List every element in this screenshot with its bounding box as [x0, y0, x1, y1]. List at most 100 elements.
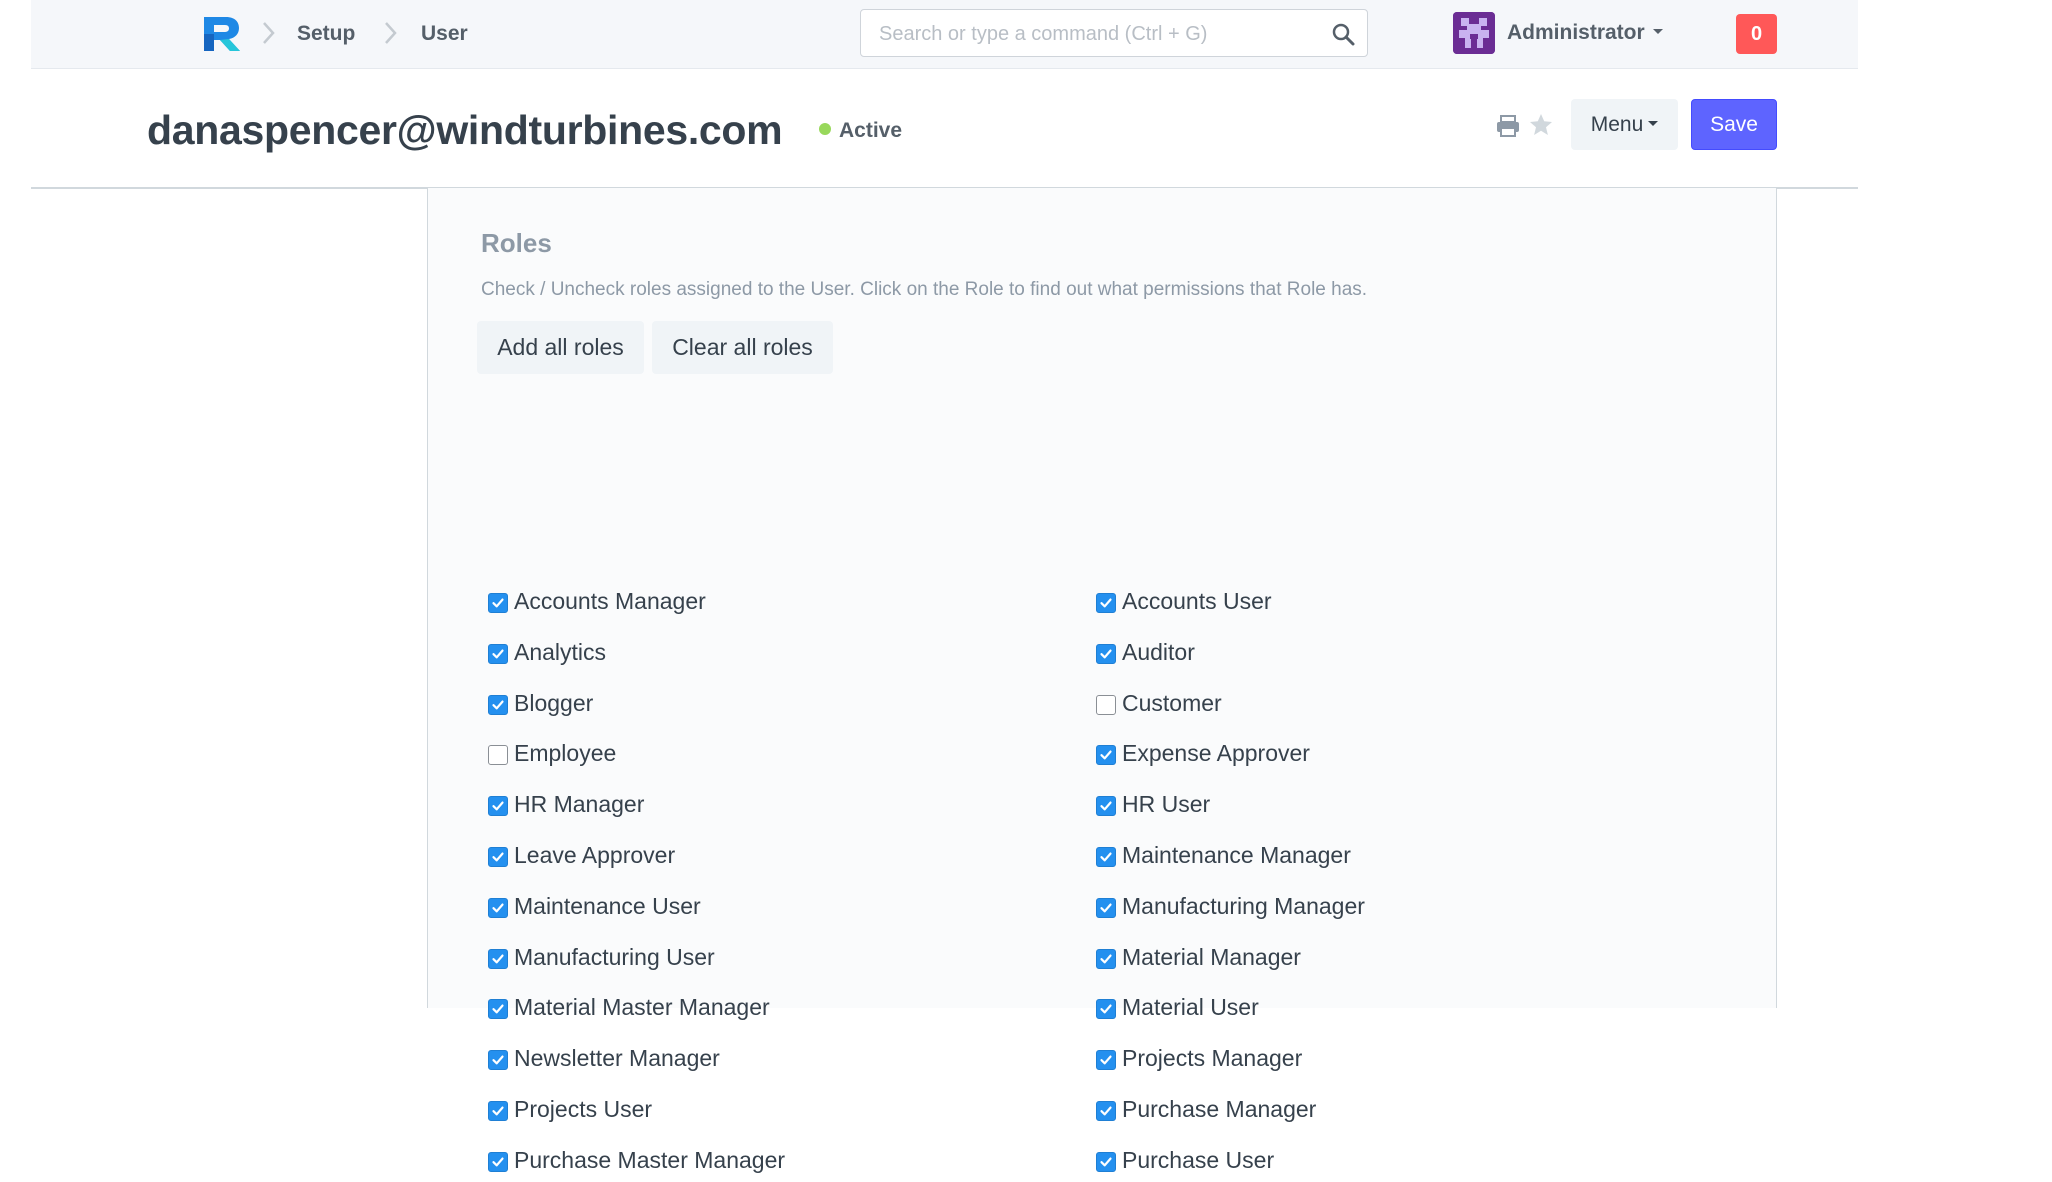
search-icon[interactable] — [1331, 22, 1355, 46]
avatar[interactable] — [1453, 12, 1495, 54]
app-logo[interactable] — [202, 14, 242, 52]
section-help-text: Check / Uncheck roles assigned to the Us… — [481, 279, 1368, 300]
role-label[interactable]: Analytics — [514, 639, 606, 666]
checkbox-checked[interactable] — [488, 1101, 508, 1121]
checkmark-icon — [1100, 649, 1112, 659]
checkmark-icon — [1100, 1055, 1112, 1065]
checkmark-icon — [492, 903, 504, 913]
checkmark-icon — [1100, 1004, 1112, 1014]
checkbox-unchecked[interactable] — [488, 745, 508, 766]
role-label[interactable]: Employee — [514, 740, 616, 767]
checkbox-checked[interactable] — [1096, 745, 1116, 766]
checkbox-checked[interactable] — [488, 643, 508, 664]
page-title: danaspencer@windturbines.com — [147, 107, 783, 153]
checkbox-checked[interactable] — [1096, 847, 1116, 867]
checkbox-checked[interactable] — [1096, 1101, 1116, 1121]
checkmark-icon — [1100, 750, 1112, 760]
roles-section: Roles Check / Uncheck roles assigned to … — [427, 188, 1777, 1173]
breadcrumb-setup[interactable]: Setup — [297, 22, 355, 46]
role-label[interactable]: Projects User — [514, 1096, 652, 1123]
print-icon[interactable] — [1495, 113, 1521, 139]
save-button[interactable]: Save — [1691, 99, 1777, 150]
role-label[interactable]: Material Manager — [1122, 944, 1301, 971]
checkmark-icon — [1100, 954, 1112, 963]
status-indicator: Active — [819, 119, 902, 143]
checkbox-checked[interactable] — [488, 694, 508, 715]
checkbox-checked[interactable] — [1096, 643, 1116, 664]
checkbox-checked[interactable] — [1096, 796, 1116, 817]
checkmark-icon — [1100, 1106, 1112, 1116]
breadcrumb-user[interactable]: User — [421, 22, 468, 46]
role-label[interactable]: Blogger — [514, 690, 593, 717]
role-label[interactable]: Accounts User — [1122, 588, 1272, 615]
role-label[interactable]: Expense Approver — [1122, 740, 1310, 767]
role-label[interactable]: Customer — [1122, 690, 1222, 717]
add-all-roles-button[interactable]: Add all roles — [477, 321, 644, 374]
checkmark-icon — [1100, 852, 1112, 862]
checkmark-icon — [1100, 598, 1112, 608]
role-label[interactable]: HR Manager — [514, 791, 644, 818]
menu-button-label: Menu — [1590, 113, 1644, 136]
checkmark-icon — [492, 598, 504, 608]
caret-down-icon — [1652, 28, 1663, 34]
clear-all-roles-button[interactable]: Clear all roles — [652, 321, 833, 374]
role-label[interactable]: Accounts Manager — [514, 588, 706, 615]
checkmark-icon — [492, 1055, 504, 1065]
checkmark-icon — [1100, 903, 1112, 913]
checkbox-checked[interactable] — [488, 948, 508, 969]
role-label[interactable]: Newsletter Manager — [514, 1045, 720, 1072]
checkmark-icon — [492, 1157, 504, 1167]
checkbox-checked[interactable] — [488, 796, 508, 817]
checkmark-icon — [492, 649, 504, 659]
role-label[interactable]: Manufacturing User — [514, 944, 715, 971]
menu-button[interactable]: Menu — [1571, 99, 1678, 150]
navbar: Setup User Administr — [31, 0, 1858, 69]
chevron-right-icon — [385, 22, 397, 44]
caret-down-icon — [1648, 120, 1659, 126]
checkmark-icon — [1100, 1157, 1112, 1167]
checkbox-unchecked[interactable] — [1096, 694, 1116, 715]
chevron-right-icon — [263, 22, 275, 44]
checkbox-checked[interactable] — [488, 1151, 508, 1172]
checkmark-icon — [492, 852, 504, 862]
checkbox-checked[interactable] — [1096, 897, 1116, 918]
role-label[interactable]: Purchase Manager — [1122, 1096, 1316, 1123]
avatar-pattern-icon — [1453, 12, 1495, 54]
checkmark-icon — [1100, 801, 1112, 811]
checkbox-checked[interactable] — [488, 1050, 508, 1071]
star-icon[interactable] — [1528, 112, 1554, 138]
role-label[interactable]: Manufacturing Manager — [1122, 893, 1365, 920]
checkbox-checked[interactable] — [488, 593, 508, 613]
search-box — [860, 9, 1368, 58]
checkmark-icon — [492, 1106, 504, 1116]
checkmark-icon — [492, 954, 504, 963]
status-dot-icon — [819, 123, 831, 136]
status-label: Active — [839, 119, 903, 142]
page-head: danaspencer@windturbines.com Active Menu… — [31, 69, 1858, 189]
user-name: Administrator — [1507, 21, 1645, 44]
checkmark-icon — [492, 1004, 504, 1014]
checkbox-checked[interactable] — [1096, 999, 1116, 1020]
role-label[interactable]: Projects Manager — [1122, 1045, 1302, 1072]
checkmark-icon — [492, 700, 504, 709]
search-input[interactable] — [877, 10, 1321, 58]
role-label[interactable]: Purchase Master Manager — [514, 1147, 785, 1174]
checkbox-checked[interactable] — [488, 897, 508, 918]
checkmark-icon — [492, 801, 504, 811]
checkbox-checked[interactable] — [1096, 1151, 1116, 1172]
role-label[interactable]: Leave Approver — [514, 842, 675, 869]
role-label[interactable]: Auditor — [1122, 639, 1195, 666]
user-menu[interactable]: Administrator — [1507, 21, 1663, 45]
checkbox-checked[interactable] — [488, 999, 508, 1020]
checkbox-checked[interactable] — [1096, 948, 1116, 969]
role-label[interactable]: Maintenance Manager — [1122, 842, 1351, 869]
app-window: Setup User Administr — [31, 0, 1858, 1173]
checkbox-checked[interactable] — [488, 847, 508, 867]
checkbox-checked[interactable] — [1096, 1050, 1116, 1071]
role-label[interactable]: HR User — [1122, 791, 1210, 818]
checkbox-checked[interactable] — [1096, 593, 1116, 613]
section-title: Roles — [481, 228, 552, 258]
notification-badge[interactable]: 0 — [1736, 14, 1777, 54]
role-label[interactable]: Purchase User — [1122, 1147, 1274, 1174]
role-label[interactable]: Maintenance User — [514, 893, 701, 920]
